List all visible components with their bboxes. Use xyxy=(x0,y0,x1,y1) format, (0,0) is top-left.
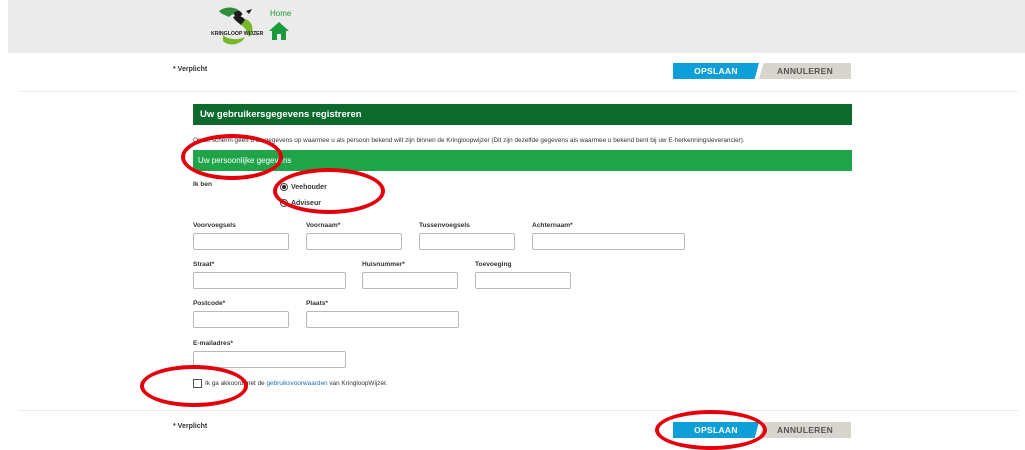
cancel-button[interactable]: ANNULEREN xyxy=(759,63,851,79)
email-input[interactable] xyxy=(193,351,346,368)
save-button[interactable]: OPSLAAN xyxy=(673,63,759,79)
required-note: * Verplicht xyxy=(173,423,208,430)
required-note: * Verplicht xyxy=(173,66,208,73)
panel-title: Uw gebruikersgegevens registreren xyxy=(193,104,852,125)
radio-veehouder[interactable] xyxy=(280,183,288,191)
plaats-input[interactable] xyxy=(306,311,459,328)
page-header xyxy=(8,0,1025,53)
huisnummer-input[interactable] xyxy=(362,272,458,289)
toevoeging-input[interactable] xyxy=(475,272,571,289)
tussenvoegsels-input[interactable] xyxy=(419,233,515,250)
achternaam-label: Achternaam* xyxy=(532,222,573,229)
toevoeging-label: Toevoeging xyxy=(475,261,512,268)
logo-text: KRINGLOOP WIJZER xyxy=(211,31,264,37)
intro-text: Op dit scherm geeft u de gegevens op waa… xyxy=(193,137,745,144)
divider xyxy=(18,91,1018,92)
voornaam-input[interactable] xyxy=(306,233,402,250)
save-button[interactable]: OPSLAAN xyxy=(673,422,759,438)
role-label: Ik ben xyxy=(193,181,213,188)
voornaam-label: Voornaam* xyxy=(306,222,341,229)
straat-input[interactable] xyxy=(193,272,346,289)
plaats-label: Plaats* xyxy=(306,300,328,307)
email-label: E-mailadres* xyxy=(193,340,233,347)
terms-text: Ik ga akkoord met de gebruiksvoorwaarden… xyxy=(205,380,388,387)
tussenvoegsels-label: Tussenvoegsels xyxy=(419,222,470,229)
radio-adviseur[interactable] xyxy=(280,199,288,207)
voorvoegsels-label: Voorvoegsels xyxy=(193,222,236,229)
divider xyxy=(18,410,1018,411)
annotation-ring xyxy=(273,168,385,214)
straat-label: Straat* xyxy=(193,261,215,268)
achternaam-input[interactable] xyxy=(532,233,685,250)
radio-adviseur-label[interactable]: Adviseur xyxy=(291,200,321,207)
home-link[interactable]: Home xyxy=(270,9,291,18)
huisnummer-label: Huisnummer* xyxy=(362,261,405,268)
terms-checkbox[interactable] xyxy=(193,379,202,388)
voorvoegsels-input[interactable] xyxy=(193,233,289,250)
section-title: Uw persoonlijke gegevens xyxy=(193,150,852,171)
terms-prefix: Ik ga akkoord met de xyxy=(205,380,267,387)
terms-suffix: van KringloopWijzer. xyxy=(327,380,388,387)
cancel-button[interactable]: ANNULEREN xyxy=(759,422,851,438)
radio-veehouder-label[interactable]: Veehouder xyxy=(291,184,327,191)
kringloopwijzer-logo[interactable]: KRINGLOOP WIJZER xyxy=(193,5,269,49)
postcode-label: Postcode* xyxy=(193,300,226,307)
terms-link[interactable]: gebruiksvoorwaarden xyxy=(266,380,327,387)
postcode-input[interactable] xyxy=(193,311,289,328)
home-icon[interactable] xyxy=(268,20,290,42)
